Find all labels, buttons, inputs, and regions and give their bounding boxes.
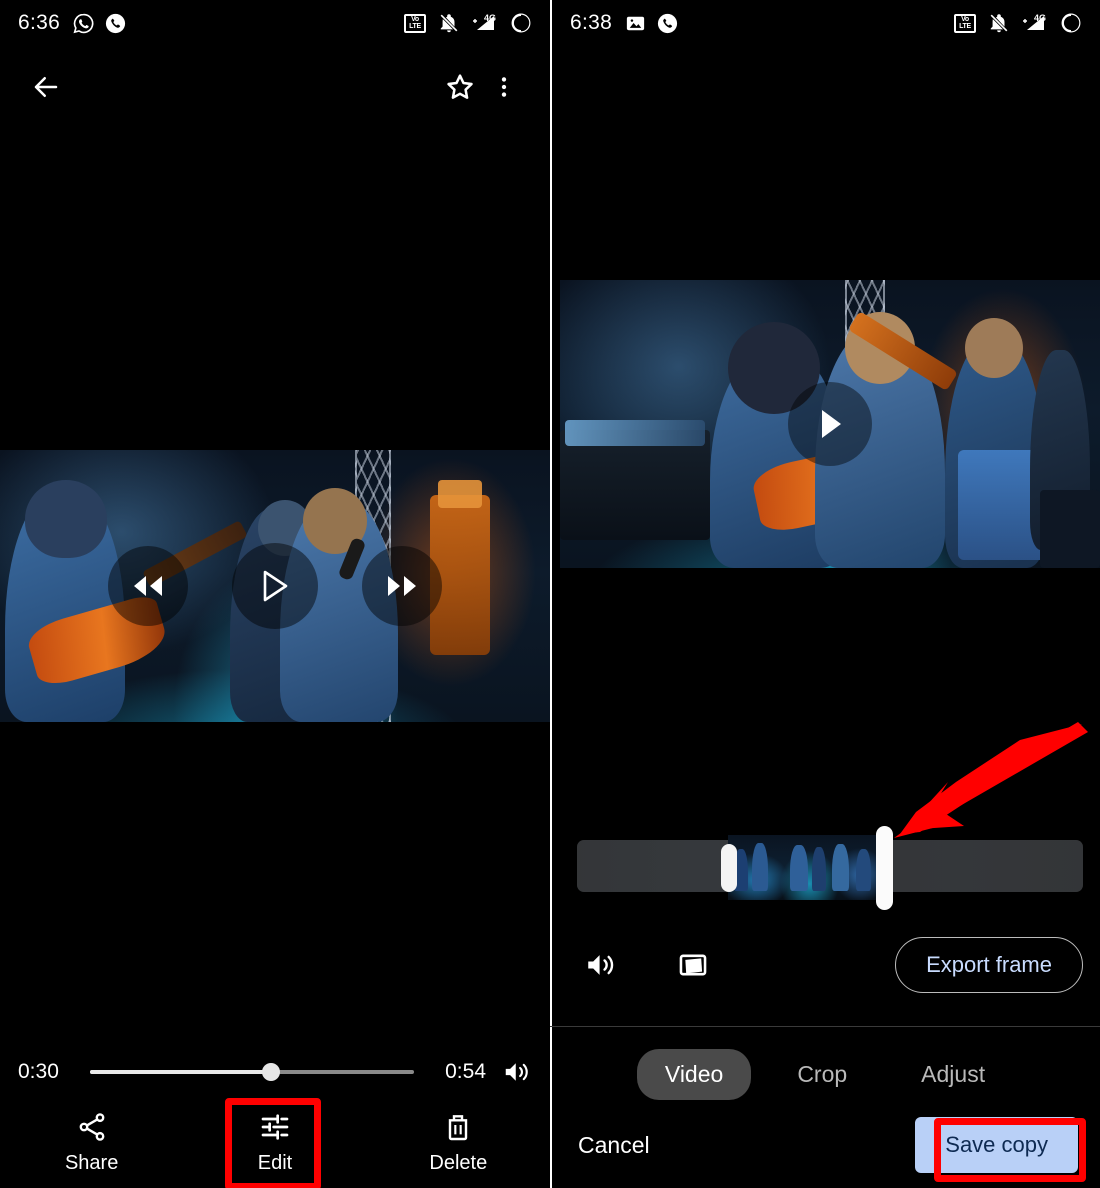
play-icon [263,570,288,602]
status-right-icons: Vo LTE 4G [404,12,532,34]
delete-action[interactable]: Delete [367,1107,550,1175]
editor-divider [550,1026,1100,1027]
star-outline-icon [447,74,473,99]
edit-action[interactable]: Edit [183,1107,366,1175]
volte-icon: Vo LTE [954,13,976,33]
left-app-bar [0,56,550,118]
favorite-button[interactable] [438,65,482,109]
rewind-button[interactable] [108,546,188,626]
right-phone-screen: 6:38 Vo LTE 4G [550,0,1100,1188]
tab-adjust[interactable]: Adjust [893,1049,1013,1100]
seek-thumb[interactable] [262,1063,281,1081]
stabilize-button[interactable] [669,941,717,989]
trim-timeline[interactable] [577,835,1083,900]
status-right-icons: Vo LTE 4G [954,12,1082,34]
export-frame-button[interactable]: Export frame [895,937,1083,993]
seek-row: 0:30 0:54 [0,1050,550,1094]
seek-progress-fill [90,1070,272,1074]
notifications-off-icon [438,12,460,34]
share-label: Share [64,1152,119,1174]
tune-icon [261,1114,289,1140]
whatsapp-icon [72,12,95,35]
photo-icon [624,12,647,35]
preview-play-button[interactable] [788,382,872,466]
editor-tools-row: Export frame [577,935,1083,995]
trim-filmstrip-thumbnails [728,835,885,900]
battery-icon [510,12,532,34]
editor-tabs: Video Crop Adjust [550,1046,1100,1102]
battery-icon [1060,12,1082,34]
fast-forward-button[interactable] [362,546,442,626]
edit-preview-surface[interactable] [560,280,1100,568]
trash-icon [449,1115,468,1141]
notifications-off-icon [988,12,1010,34]
tab-video[interactable]: Video [636,1048,752,1100]
signal-4g-icon: 4G [472,12,498,34]
total-time-label: 0:54 [445,1060,486,1083]
current-time-label: 0:30 [18,1060,59,1083]
rewind-10-icon [134,576,162,596]
delete-label: Delete [429,1152,488,1174]
seek-slider[interactable] [90,1063,414,1081]
play-icon [822,410,841,438]
forward-10-icon [388,576,416,596]
left-action-bar: Share Edit Delete [0,1094,550,1188]
right-status-bar: 6:38 Vo LTE 4G [552,0,1100,46]
status-time: 6:38 [570,11,613,34]
mute-toggle-button[interactable] [577,941,625,989]
volume-up-icon[interactable] [502,1057,532,1087]
phone-icon [104,12,127,35]
playback-controls-overlay [0,543,550,629]
status-time: 6:36 [18,11,61,34]
save-copy-button[interactable]: Save copy [915,1117,1078,1173]
trim-handle-left[interactable] [721,844,737,892]
signal-4g-icon: 4G [1022,12,1048,34]
back-arrow-icon [34,77,58,97]
overflow-menu-button[interactable] [482,65,526,109]
more-vert-icon [501,77,507,97]
left-status-bar: 6:36 Vo LTE 4G [0,0,550,46]
volume-up-icon [588,955,614,975]
play-button[interactable] [232,543,318,629]
trim-selection-region[interactable] [728,835,885,900]
tab-crop[interactable]: Crop [769,1049,875,1100]
video-player-surface[interactable] [0,450,550,722]
back-button[interactable] [24,65,68,109]
edit-label: Edit [257,1152,293,1174]
volte-icon: Vo LTE [404,13,426,33]
stabilize-icon [679,954,707,976]
trim-handle-right[interactable] [876,826,893,910]
editor-footer: Cancel Save copy [550,1102,1100,1188]
status-left-icons [624,12,679,35]
share-icon [79,1113,105,1141]
phone-icon [656,12,679,35]
share-action[interactable]: Share [0,1107,183,1175]
cancel-button[interactable]: Cancel [572,1122,656,1169]
left-phone-screen: 6:36 Vo LTE 4G 0:30 0:54 Share Edit Dele… [0,0,550,1188]
screenshot-root: 6:36 Vo LTE 4G 0:30 0:54 Share Edit Dele… [0,0,1100,1188]
status-left-icons [72,12,127,35]
